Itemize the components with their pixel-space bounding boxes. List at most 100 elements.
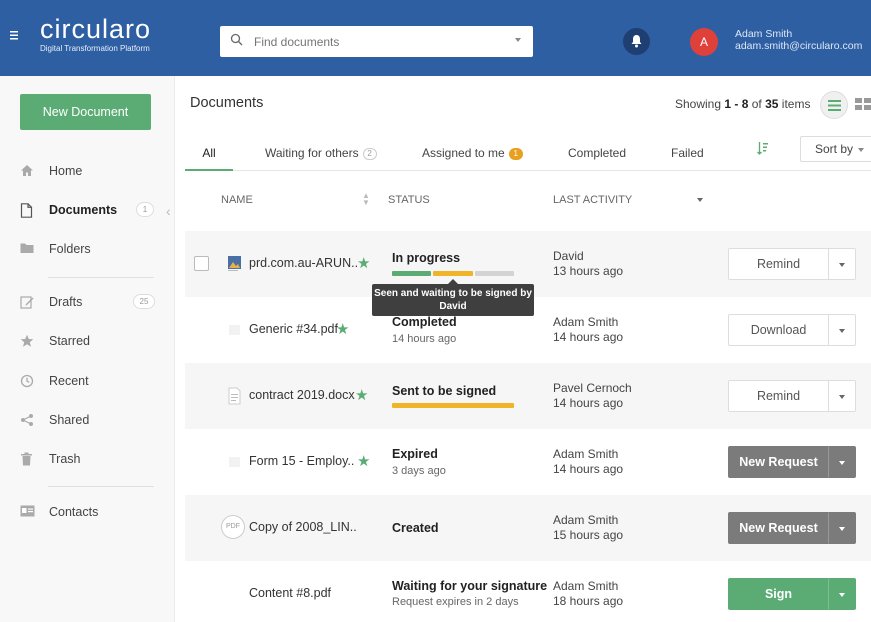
column-header-last-activity[interactable]: LAST ACTIVITY xyxy=(553,194,632,206)
file-name[interactable]: Form 15 - Employ.. xyxy=(249,454,354,468)
tab-assigned-to-me[interactable]: Assigned to me 1 xyxy=(422,146,523,171)
last-activity: Adam Smith 14 hours ago xyxy=(553,315,623,345)
action-dropdown-button[interactable] xyxy=(828,578,856,610)
search-box xyxy=(220,26,533,57)
starred-icon[interactable]: ★ xyxy=(355,386,368,404)
chevron-down-icon xyxy=(839,593,845,597)
column-dropdown-icon[interactable] xyxy=(697,198,703,202)
sidebar-item-drafts[interactable]: Drafts 25 xyxy=(0,287,175,317)
file-name[interactable]: prd.com.au-ARUN.. xyxy=(249,256,358,270)
action-dropdown-button[interactable] xyxy=(828,380,856,412)
notifications-bell-icon[interactable] xyxy=(623,28,650,55)
remind-button[interactable]: Remind xyxy=(728,380,829,412)
column-header-status[interactable]: STATUS xyxy=(388,194,430,206)
action-dropdown-button[interactable] xyxy=(828,446,856,478)
activity-user: Adam Smith xyxy=(553,315,619,329)
sidebar: New Document Home Documents 1 ‹ Folders … xyxy=(0,76,175,622)
grid-view-icon[interactable] xyxy=(855,97,871,115)
status-subtext: 3 days ago xyxy=(392,465,446,477)
sidebar-item-contacts[interactable]: Contacts xyxy=(0,497,175,527)
sidebar-item-recent[interactable]: Recent xyxy=(0,366,175,396)
tab-failed[interactable]: Failed xyxy=(671,146,704,171)
logo[interactable]: circularo Digital Transformation Platfor… xyxy=(40,14,151,53)
row-checkbox[interactable] xyxy=(194,256,209,271)
sidebar-item-label: Drafts xyxy=(49,295,83,309)
starred-icon[interactable]: ★ xyxy=(357,452,370,470)
tab-all[interactable]: All xyxy=(185,146,233,171)
status-label: Completed xyxy=(392,315,457,329)
table-row[interactable]: PDF Copy of 2008_LIN.. Created Adam Smit… xyxy=(185,495,871,561)
documents-count-badge: 1 xyxy=(136,202,154,217)
file-name[interactable]: contract 2019.docx xyxy=(249,388,355,402)
folder-icon xyxy=(20,242,34,256)
last-activity: Adam Smith 15 hours ago xyxy=(553,513,623,543)
activity-time: 15 hours ago xyxy=(553,528,624,542)
drafts-count-badge: 25 xyxy=(133,294,155,309)
activity-time: 13 hours ago xyxy=(553,264,624,278)
sidebar-item-label: Documents xyxy=(49,203,118,217)
table-row[interactable]: Content #8.pdf Waiting for your signatur… xyxy=(185,561,871,622)
sidebar-item-folders[interactable]: Folders xyxy=(0,234,175,264)
starred-icon[interactable]: ★ xyxy=(336,320,349,338)
action-dropdown-button[interactable] xyxy=(828,248,856,280)
user-info[interactable]: Adam Smith adam.smith@circularo.com xyxy=(735,28,862,52)
sidebar-item-home[interactable]: Home xyxy=(0,156,175,186)
logo-name: circularo xyxy=(40,14,152,44)
status-label: Expired xyxy=(392,447,438,461)
showing-suffix: items xyxy=(781,97,811,111)
search-icon xyxy=(230,33,243,51)
new-document-button[interactable]: New Document xyxy=(20,94,151,130)
action-dropdown-button[interactable] xyxy=(828,314,856,346)
tab-label: All xyxy=(202,146,216,160)
showing-total: 35 xyxy=(765,97,779,111)
download-button[interactable]: Download xyxy=(728,314,829,346)
table-row[interactable]: contract 2019.docx ★ Sent to be signed P… xyxy=(185,363,871,429)
trash-icon xyxy=(20,452,34,466)
file-name[interactable]: Generic #34.pdf xyxy=(249,322,338,336)
showing-range: 1 - 8 xyxy=(724,97,749,111)
sidebar-item-documents[interactable]: Documents 1 ‹ xyxy=(0,195,175,225)
sidebar-item-starred[interactable]: Starred xyxy=(0,326,175,356)
list-view-button[interactable] xyxy=(820,91,848,119)
sign-button[interactable]: Sign xyxy=(728,578,829,610)
tab-waiting-for-others[interactable]: Waiting for others 2 xyxy=(265,146,377,171)
search-dropdown-icon[interactable] xyxy=(515,38,521,42)
sort-order-icon[interactable] xyxy=(757,142,768,158)
tab-label: Failed xyxy=(671,146,704,160)
avatar[interactable]: A xyxy=(690,28,718,56)
new-request-button[interactable]: New Request xyxy=(728,446,829,478)
search-input[interactable] xyxy=(254,26,504,57)
progress-segment-done xyxy=(392,271,432,276)
sidebar-item-trash[interactable]: Trash xyxy=(0,444,175,474)
sidebar-item-label: Contacts xyxy=(49,505,99,519)
top-bar: circularo Digital Transformation Platfor… xyxy=(0,0,871,76)
activity-user: David xyxy=(553,249,584,263)
tab-label: Waiting for others xyxy=(265,146,359,160)
showing-prefix: Showing xyxy=(675,97,722,111)
chevron-down-icon xyxy=(839,395,845,399)
contact-card-icon xyxy=(20,505,35,519)
table-row[interactable]: Form 15 - Employ.. ★ Expired 3 days ago … xyxy=(185,429,871,495)
sidebar-item-shared[interactable]: Shared xyxy=(0,405,175,435)
status-subtext: Request expires in 2 days xyxy=(392,596,519,608)
hamburger-menu-icon[interactable] xyxy=(10,30,18,42)
sidebar-collapse-icon[interactable]: ‹ xyxy=(166,203,171,219)
file-name[interactable]: Content #8.pdf xyxy=(249,586,331,600)
document-icon xyxy=(20,203,34,218)
action-dropdown-button[interactable] xyxy=(828,512,856,544)
file-name[interactable]: Copy of 2008_LIN.. xyxy=(249,520,357,534)
tab-badge: 2 xyxy=(362,148,377,160)
tab-completed[interactable]: Completed xyxy=(568,146,626,171)
sort-arrows-icon[interactable]: ▲ ▼ xyxy=(362,192,370,207)
sort-by-dropdown[interactable]: Sort by xyxy=(800,136,871,162)
column-header-name[interactable]: NAME xyxy=(221,194,253,206)
status-label: Created xyxy=(392,521,439,535)
activity-time: 14 hours ago xyxy=(553,462,624,476)
activity-user: Adam Smith xyxy=(553,447,619,461)
remind-button[interactable]: Remind xyxy=(728,248,829,280)
starred-icon[interactable]: ★ xyxy=(357,254,370,272)
activity-user: Adam Smith xyxy=(553,579,619,593)
new-request-button[interactable]: New Request xyxy=(728,512,829,544)
sidebar-item-label: Starred xyxy=(49,334,90,348)
table-header: NAME ▲ ▼ STATUS LAST ACTIVITY xyxy=(185,176,871,222)
